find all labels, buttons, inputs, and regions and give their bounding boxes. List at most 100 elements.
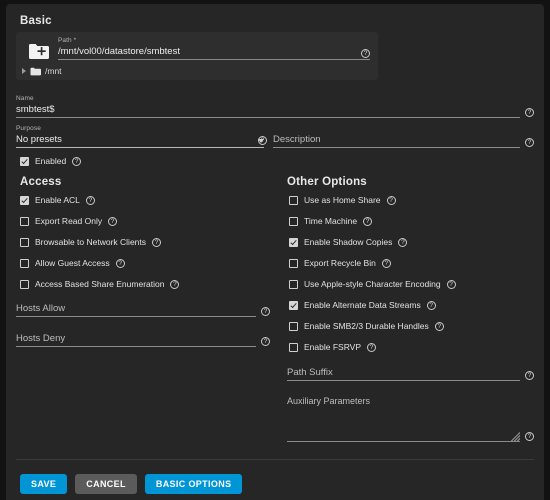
other-checkbox-label-6: Enable SMB2/3 Durable Handles [304,321,429,331]
use-apple-style-character-encoding-help-icon[interactable]: ? [446,279,456,289]
purpose-value: No presets [16,134,62,145]
other-checkbox-row-7[interactable]: Enable FSRVP ? [289,342,377,352]
chevron-right-icon[interactable] [22,68,26,74]
basic-options-button[interactable]: BASIC OPTIONS [144,474,243,494]
time-machine-checkbox[interactable] [289,216,298,226]
footer-divider [16,459,534,460]
enabled-checkbox-row[interactable]: Enabled ? [20,156,82,166]
use-apple-style-character-encoding-checkbox[interactable] [289,279,298,289]
export-read-only-checkbox[interactable] [20,216,29,226]
access-checkbox-label-2: Browsable to Network Clients [35,237,147,247]
path-value: /mnt/vol00/datastore/smbtest [58,46,180,57]
enabled-checkbox[interactable] [20,156,29,166]
save-button[interactable]: SAVE [20,474,68,494]
name-label: Name [16,95,34,102]
other-checkbox-label-4: Use Apple-style Character Encoding [304,279,441,289]
enable-alternate-data-streams-checkbox[interactable] [289,300,298,310]
hosts-deny-underline [16,346,256,347]
access-checkbox-label-4: Access Based Share Enumeration [35,279,165,289]
auxiliary-parameters-underline [287,441,520,442]
smb-share-form-card: Basic Path * /mnt/vol00/datastore/smbtes… [6,4,544,500]
hosts-allow-label: Hosts Allow [16,303,66,314]
enable-fsrvp-checkbox[interactable] [289,342,298,352]
name-underline [16,117,520,118]
allow-guest-access-checkbox[interactable] [20,258,29,268]
allow-guest-access-help-icon[interactable]: ? [115,258,125,268]
description-underline [273,147,520,148]
other-checkbox-row-0[interactable]: Use as Home Share ? [289,195,396,205]
purpose-select[interactable]: Purpose No presets [16,124,264,148]
other-checkbox-row-4[interactable]: Use Apple-style Character Encoding ? [289,279,456,289]
path-panel: Path * /mnt/vol00/datastore/smbtest ? /m… [16,32,378,80]
enable-acl-checkbox[interactable] [20,195,29,205]
hosts-deny-label: Hosts Deny [16,333,66,344]
other-checkbox-label-5: Enable Alternate Data Streams [304,300,421,310]
folder-icon [30,67,41,75]
access-checkbox-label-3: Allow Guest Access [35,258,110,268]
enable-smb23-durable-handles-checkbox[interactable] [289,321,298,331]
purpose-label: Purpose [16,125,41,132]
hosts-allow-underline [16,316,256,317]
description-help-icon[interactable]: ? [525,138,534,147]
use-as-home-share-help-icon[interactable]: ? [386,195,396,205]
export-recycle-bin-checkbox[interactable] [289,258,298,268]
export-read-only-help-icon[interactable]: ? [108,216,118,226]
other-checkbox-label-3: Export Recycle Bin [304,258,376,268]
other-checkbox-label-2: Enable Shadow Copies [304,237,393,247]
path-suffix-underline [287,380,520,381]
textarea-resize-handle[interactable] [511,432,520,441]
path-tree-node-mnt[interactable]: /mnt [22,66,62,76]
folder-add-icon[interactable] [28,42,50,60]
other-checkbox-row-2[interactable]: Enable Shadow Copies ? [289,237,408,247]
auxiliary-parameters-label: Auxiliary Parameters [287,396,371,406]
other-checkbox-label-1: Time Machine [304,216,358,226]
other-checkbox-row-1[interactable]: Time Machine ? [289,216,373,226]
time-machine-help-icon[interactable]: ? [363,216,373,226]
enable-shadow-copies-checkbox[interactable] [289,237,298,247]
description-field[interactable]: Description ? [273,124,534,148]
access-section-title: Access [20,176,62,188]
access-checkbox-label-1: Export Read Only [35,216,103,226]
path-suffix-help-icon[interactable]: ? [525,371,534,380]
use-as-home-share-checkbox[interactable] [289,195,298,205]
path-label: Path * [58,37,77,44]
enabled-label: Enabled [35,156,67,166]
access-checkbox-row-4[interactable]: Access Based Share Enumeration ? [20,279,180,289]
path-suffix-label: Path Suffix [287,367,333,378]
path-field[interactable]: Path * /mnt/vol00/datastore/smbtest [58,36,370,60]
auxiliary-parameters-field[interactable]: Auxiliary Parameters ? [287,395,534,442]
auxiliary-parameters-help-icon[interactable]: ? [525,432,534,441]
cancel-button[interactable]: CANCEL [75,474,137,494]
hosts-allow-field[interactable]: Hosts Allow ? [16,302,270,317]
access-checkbox-row-2[interactable]: Browsable to Network Clients ? [20,237,162,247]
other-checkbox-row-3[interactable]: Export Recycle Bin ? [289,258,391,268]
enable-fsrvp-help-icon[interactable]: ? [367,342,377,352]
access-based-share-enumeration-checkbox[interactable] [20,279,29,289]
access-checkbox-label-0: Enable ACL [35,195,80,205]
access-checkbox-row-3[interactable]: Allow Guest Access ? [20,258,125,268]
footer-actions: SAVE CANCEL BASIC OPTIONS [20,474,243,494]
access-checkbox-row-1[interactable]: Export Read Only ? [20,216,118,226]
hosts-deny-help-icon[interactable]: ? [261,337,270,346]
enabled-help-icon[interactable]: ? [72,156,82,166]
path-help-icon[interactable]: ? [361,49,370,58]
export-recycle-bin-help-icon[interactable]: ? [381,258,391,268]
purpose-help-icon[interactable]: ? [258,136,267,145]
access-based-share-enumeration-help-icon[interactable]: ? [170,279,180,289]
enable-shadow-copies-help-icon[interactable]: ? [398,237,408,247]
hosts-allow-help-icon[interactable]: ? [261,307,270,316]
access-checkbox-row-0[interactable]: Enable ACL ? [20,195,95,205]
name-help-icon[interactable]: ? [525,108,534,117]
enable-acl-help-icon[interactable]: ? [85,195,95,205]
hosts-deny-field[interactable]: Hosts Deny ? [16,332,270,347]
other-options-section-title: Other Options [287,176,367,188]
name-field[interactable]: Name smbtest$ ? [16,94,534,118]
other-checkbox-row-5[interactable]: Enable Alternate Data Streams ? [289,300,436,310]
browsable-to-network-clients-help-icon[interactable]: ? [152,237,162,247]
browsable-to-network-clients-checkbox[interactable] [20,237,29,247]
path-suffix-field[interactable]: Path Suffix ? [287,366,534,381]
enable-smb23-durable-handles-help-icon[interactable]: ? [434,321,444,331]
other-checkbox-row-6[interactable]: Enable SMB2/3 Durable Handles ? [289,321,444,331]
enable-alternate-data-streams-help-icon[interactable]: ? [426,300,436,310]
other-checkbox-label-7: Enable FSRVP [304,342,362,352]
